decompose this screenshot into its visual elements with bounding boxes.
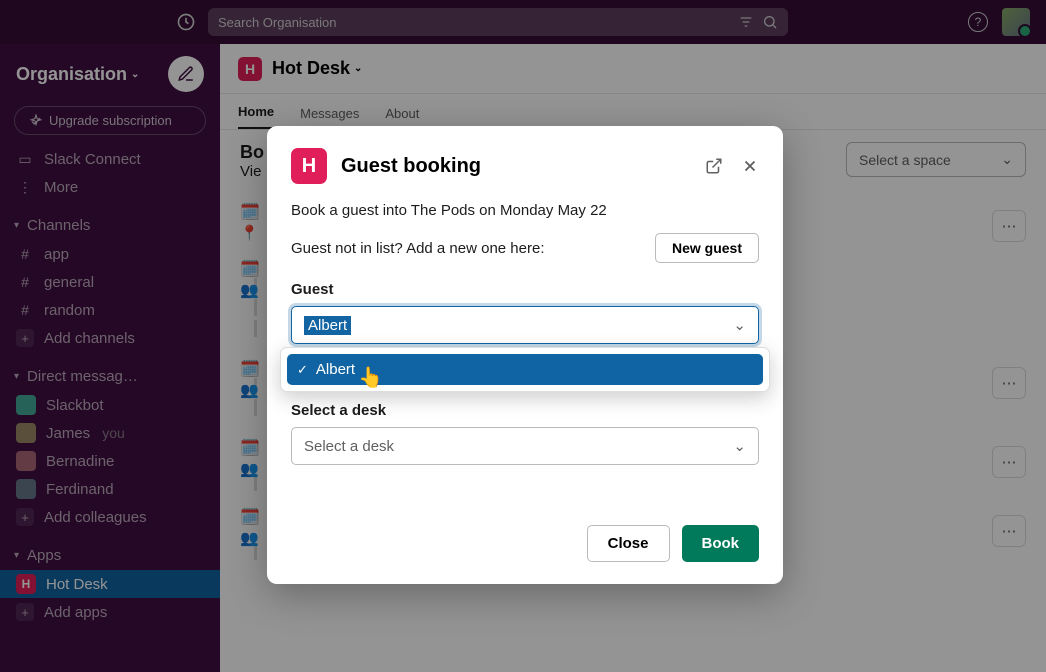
desk-label: Select a desk — [291, 402, 759, 419]
guest-label: Guest — [291, 281, 759, 298]
desk-select[interactable]: Select a desk ⌄ — [291, 427, 759, 465]
hot-desk-icon: H — [291, 148, 327, 184]
not-in-list-text: Guest not in list? Add a new one here: — [291, 240, 545, 257]
guest-select[interactable]: Albert ⌄ ✓ Albert — [291, 306, 759, 344]
close-icon[interactable] — [741, 157, 759, 175]
chevron-down-icon: ⌄ — [733, 316, 746, 334]
close-button[interactable]: Close — [587, 525, 670, 562]
new-guest-button[interactable]: New guest — [655, 233, 759, 263]
chevron-down-icon: ⌄ — [733, 437, 746, 455]
popout-icon[interactable] — [705, 157, 723, 175]
book-button[interactable]: Book — [682, 525, 760, 562]
guest-select-value: Albert — [304, 316, 351, 335]
guest-dropdown: ✓ Albert — [280, 347, 770, 392]
modal-title: Guest booking — [341, 155, 691, 178]
dropdown-option-albert[interactable]: ✓ Albert — [287, 354, 763, 385]
modal-intro: Book a guest into The Pods on Monday May… — [291, 202, 759, 219]
guest-booking-modal: H Guest booking Book a guest into The Po… — [267, 126, 783, 584]
check-icon: ✓ — [297, 362, 308, 378]
